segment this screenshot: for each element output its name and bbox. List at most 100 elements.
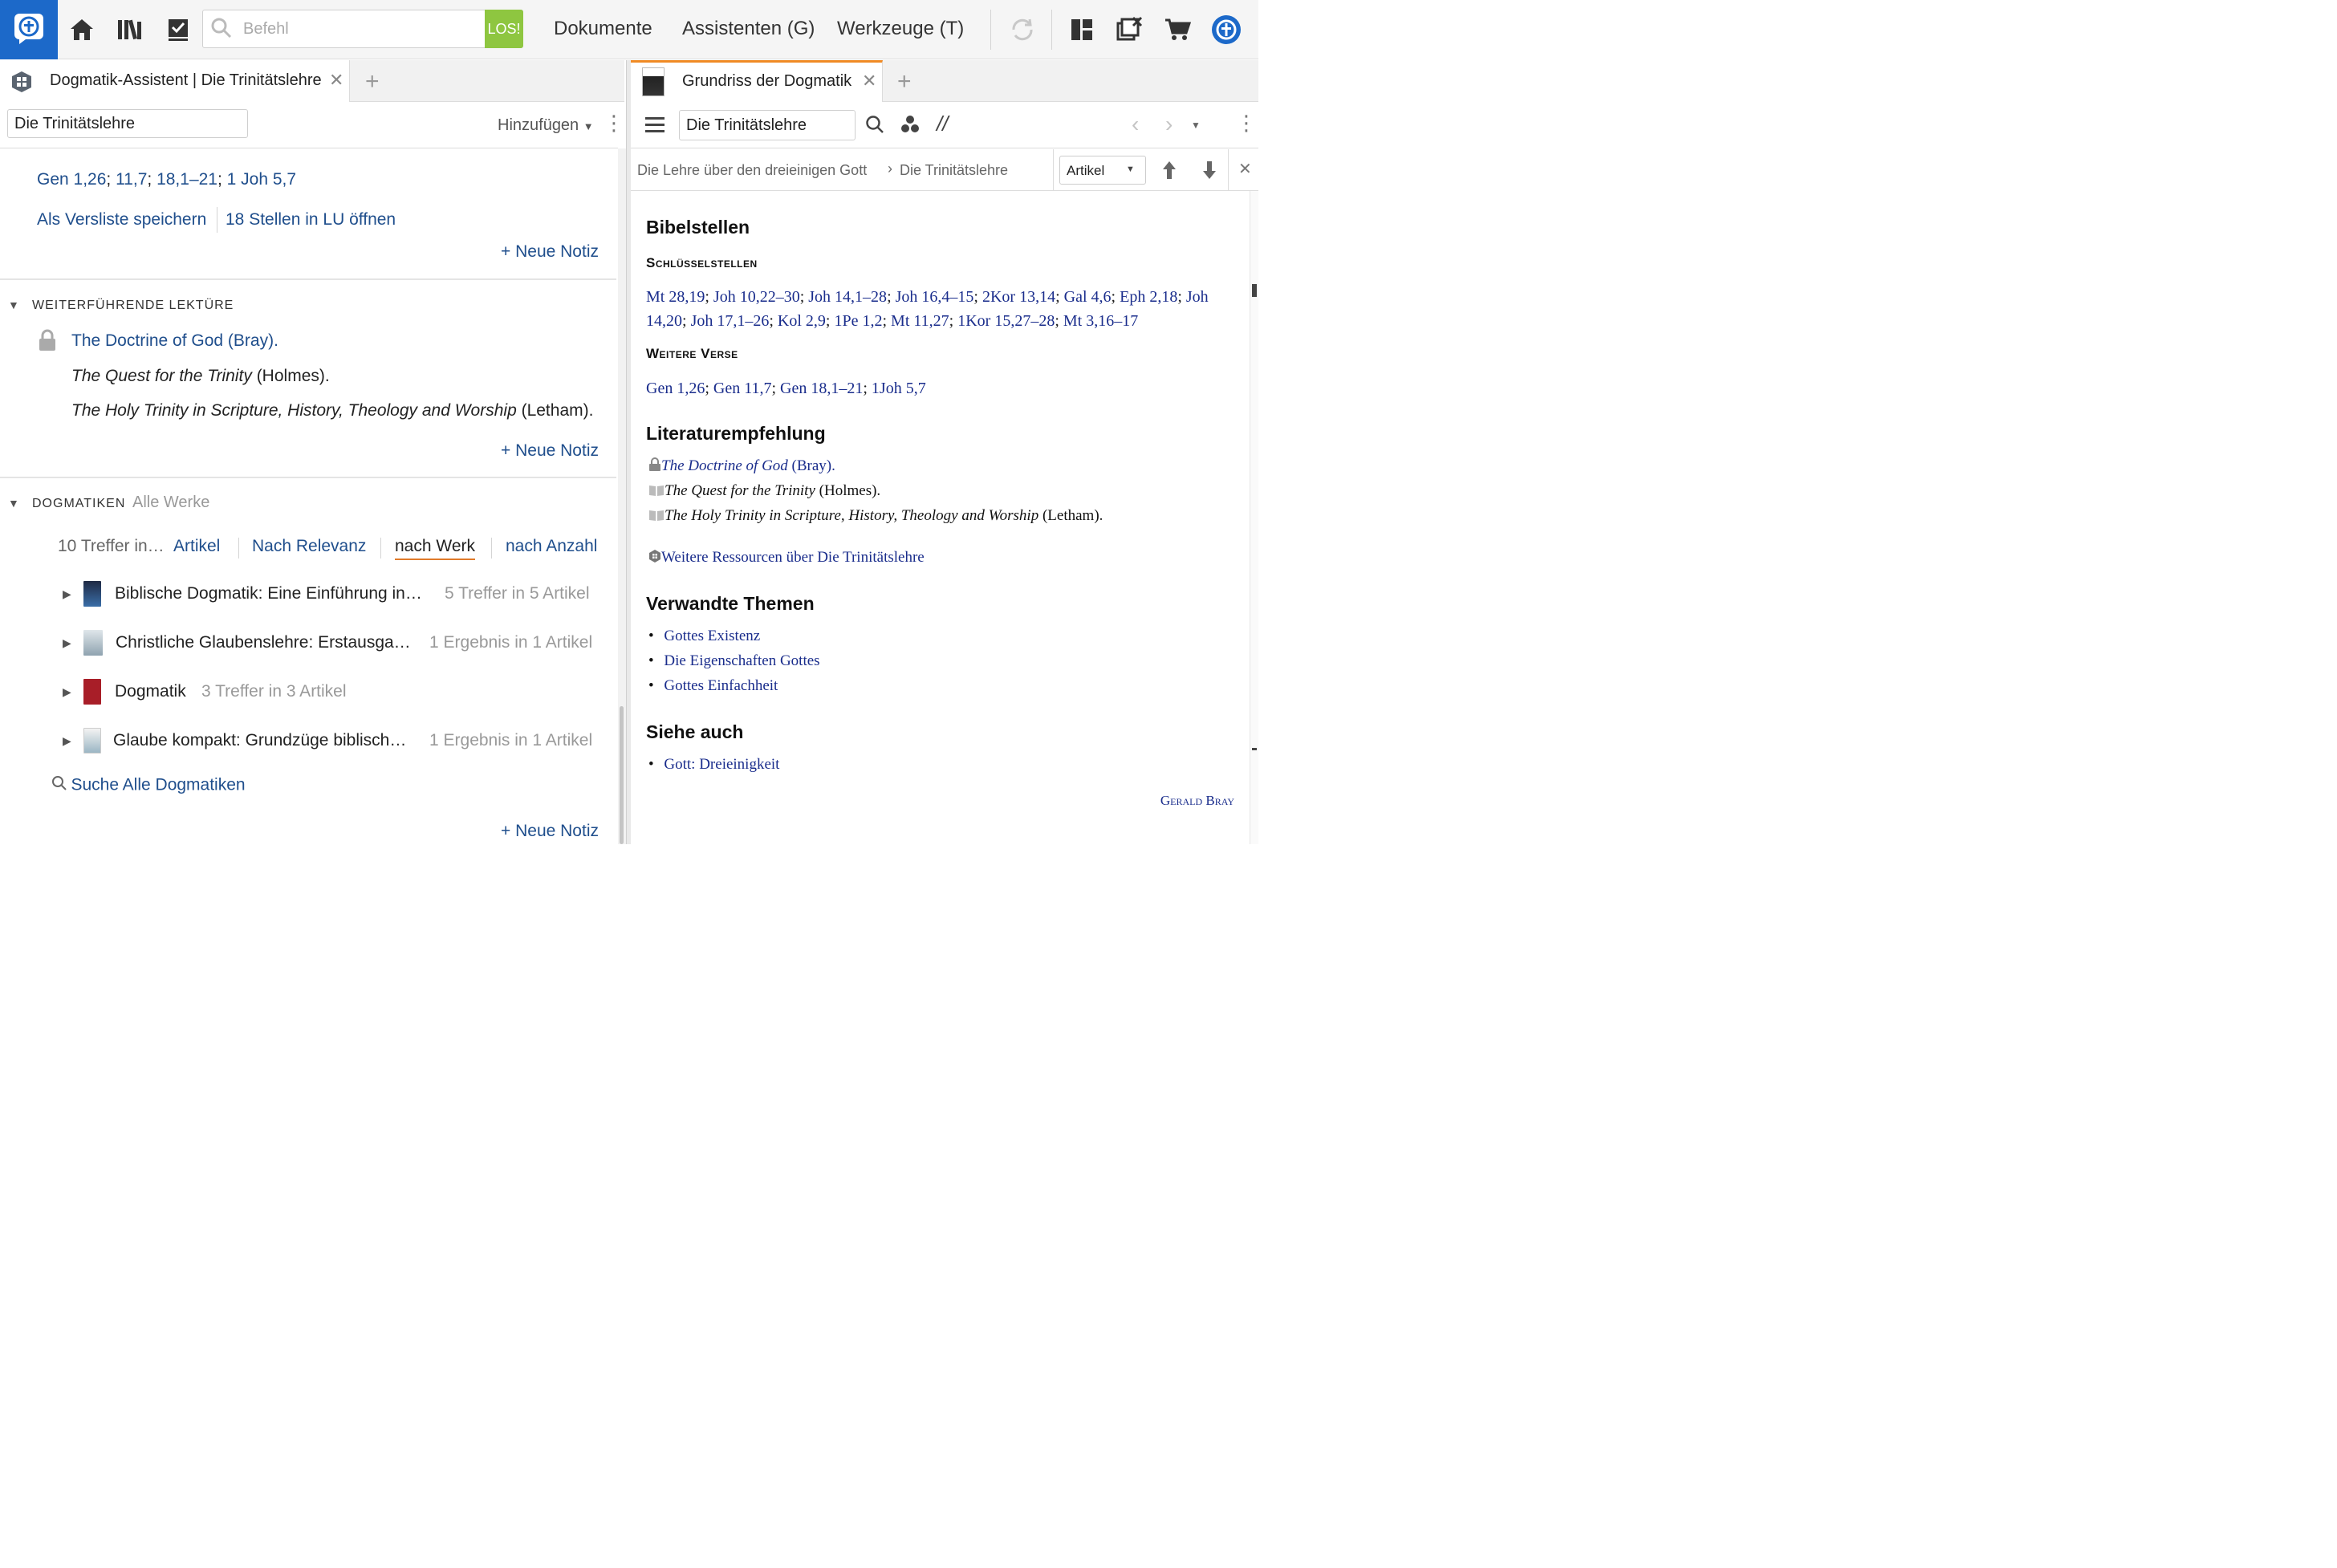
panel-menu-icon[interactable]: ⋮ bbox=[604, 112, 624, 133]
menu-guides[interactable]: Assistenten (G) bbox=[682, 18, 815, 40]
verse-link[interactable]: Mt 11,27 bbox=[891, 312, 949, 330]
search-icon[interactable] bbox=[865, 115, 884, 138]
verse-link[interactable]: 1Joh 5,7 bbox=[872, 380, 926, 397]
sort-articles[interactable]: Artikel bbox=[173, 537, 220, 556]
left-panel-toolbar: Hinzufügen ▼ ⋮ bbox=[0, 102, 624, 148]
new-note-link[interactable]: + Neue Notiz bbox=[501, 822, 599, 841]
result-row[interactable]: ▶ Christliche Glaubenslehre: Erstausga… … bbox=[0, 627, 616, 662]
verse-link[interactable]: 1Pe 1,2 bbox=[834, 312, 882, 330]
related-topic-link[interactable]: Gottes Einfachheit bbox=[664, 677, 778, 694]
verse-link[interactable]: 2Kor 13,14 bbox=[982, 288, 1055, 306]
close-icon[interactable]: ✕ bbox=[329, 70, 343, 91]
toc-menu-icon[interactable] bbox=[645, 116, 665, 136]
verse-link[interactable]: Gen 1,26 bbox=[646, 380, 705, 397]
cart-icon[interactable] bbox=[1159, 11, 1196, 48]
tab-dogmatik-assistent[interactable]: Dogmatik-Assistent | Die Trinitätslehre … bbox=[0, 60, 350, 102]
go-button[interactable]: LOS! bbox=[485, 10, 523, 48]
tab-grundriss[interactable]: Grundriss der Dogmatik ✕ bbox=[631, 60, 883, 102]
logos-home-button[interactable] bbox=[0, 0, 58, 59]
result-row[interactable]: ▶ Dogmatik 3 Treffer in 3 Artikel bbox=[0, 676, 616, 711]
verse-link[interactable]: Gen 1,26 bbox=[37, 170, 106, 189]
result-row[interactable]: ▶ Biblische Dogmatik: Eine Einführung in… bbox=[0, 578, 616, 613]
related-topic-link[interactable]: Die Eigenschaften Gottes bbox=[664, 652, 819, 669]
verse-link[interactable]: Gen 11,7 bbox=[713, 380, 772, 397]
layouts-icon[interactable] bbox=[1063, 11, 1100, 48]
back-icon[interactable]: ‹ bbox=[1132, 112, 1139, 137]
verse-link[interactable]: Kol 2,9 bbox=[778, 312, 826, 330]
reading-plan-icon[interactable] bbox=[160, 11, 197, 48]
add-tab-icon[interactable]: + bbox=[365, 70, 380, 94]
all-works-link[interactable]: Alle Werke bbox=[132, 494, 209, 512]
breadcrumb-current[interactable]: Die Trinitätslehre bbox=[900, 162, 1008, 179]
history-dropdown-icon[interactable]: ▼ bbox=[1191, 120, 1201, 131]
view-select[interactable]: Artikel ▼ bbox=[1059, 156, 1146, 185]
verse-link[interactable]: 1Kor 15,27–28 bbox=[957, 312, 1055, 330]
verse-link[interactable]: Joh 17,1–26 bbox=[691, 312, 770, 330]
main-toolbar: LOS! Dokumente Assistenten (G) Werkzeuge… bbox=[0, 0, 1258, 59]
close-panels-icon[interactable] bbox=[1111, 11, 1148, 48]
add-tab-icon[interactable]: + bbox=[897, 70, 912, 94]
reading-item-title[interactable]: The Doctrine of God (Bray). bbox=[71, 331, 278, 350]
save-verse-list-link[interactable]: Als Versliste speichern bbox=[37, 210, 206, 230]
topic-input[interactable] bbox=[7, 109, 248, 138]
search-all-dogmatiken-link[interactable]: Suche Alle Dogmatiken bbox=[51, 775, 246, 795]
breadcrumb-parent[interactable]: Die Lehre über den dreieinigen Gott bbox=[637, 162, 867, 179]
sort-by-work[interactable]: nach Werk bbox=[395, 537, 475, 560]
reference-input[interactable] bbox=[679, 110, 856, 140]
reading-item-bray[interactable]: The Doctrine of God (Bray). bbox=[71, 331, 278, 351]
add-dropdown[interactable]: Hinzufügen ▼ bbox=[498, 116, 594, 135]
collapse-icon[interactable]: ▼ bbox=[8, 497, 19, 510]
related-topic-link[interactable]: Gottes Existenz bbox=[664, 628, 760, 644]
open-in-lu-link[interactable]: 18 Stellen in LU öffnen bbox=[226, 210, 396, 230]
verse-link[interactable]: Joh 16,4–15 bbox=[896, 288, 974, 306]
account-icon[interactable] bbox=[1208, 11, 1245, 48]
arrow-up-icon[interactable] bbox=[1162, 160, 1177, 184]
verse-link[interactable]: Joh 14,1–28 bbox=[808, 288, 887, 306]
home-icon[interactable] bbox=[63, 11, 100, 48]
verse-link[interactable]: Gen 18,1–21 bbox=[780, 380, 863, 397]
verse-link[interactable]: Joh 10,22–30 bbox=[713, 288, 800, 306]
lit-author[interactable]: (Bray). bbox=[788, 457, 835, 474]
verse-link[interactable]: Mt 28,19 bbox=[646, 288, 705, 306]
verse-link[interactable]: Gal 4,6 bbox=[1064, 288, 1112, 306]
panel-menu-icon[interactable]: ⋮ bbox=[1236, 112, 1257, 133]
result-row[interactable]: ▶ Glaube kompakt: Grundzüge biblisch… 1 … bbox=[0, 725, 616, 760]
author-signature[interactable]: Gerald Bray bbox=[1108, 793, 1234, 809]
sync-icon[interactable] bbox=[1004, 11, 1041, 48]
section-heading-dogmatiken: DOGMATIKEN bbox=[32, 497, 126, 510]
verse-link[interactable]: Mt 3,16–17 bbox=[1063, 312, 1138, 330]
expand-icon[interactable]: ▶ bbox=[63, 587, 71, 601]
left-scrollbar-thumb[interactable] bbox=[620, 706, 624, 844]
expand-icon[interactable]: ▶ bbox=[63, 636, 71, 650]
see-also-link[interactable]: Gott: Dreieinigkeit bbox=[664, 756, 779, 773]
forward-icon[interactable]: › bbox=[1165, 112, 1173, 137]
expand-icon[interactable]: ▶ bbox=[63, 734, 71, 748]
close-icon[interactable]: ✕ bbox=[862, 71, 876, 91]
lit-title[interactable]: The Doctrine of God bbox=[661, 457, 788, 474]
verse-link[interactable]: 18,1–21 bbox=[156, 170, 217, 189]
arrow-down-icon[interactable] bbox=[1202, 160, 1217, 184]
lit-item: The Quest for the Trinity (Holmes). bbox=[648, 482, 880, 502]
visual-filter-icon[interactable] bbox=[900, 115, 920, 138]
menu-tools[interactable]: Werkzeuge (T) bbox=[837, 18, 964, 40]
verse-link[interactable]: 1 Joh 5,7 bbox=[227, 170, 296, 189]
book-icon bbox=[648, 509, 665, 526]
sort-relevance[interactable]: Nach Relevanz bbox=[252, 537, 366, 556]
library-icon[interactable] bbox=[112, 11, 148, 48]
close-icon[interactable]: ✕ bbox=[1238, 159, 1252, 179]
expand-icon[interactable]: ▶ bbox=[63, 685, 71, 699]
verse-link[interactable]: Eph 2,18 bbox=[1120, 288, 1177, 306]
new-note-link[interactable]: + Neue Notiz bbox=[501, 441, 599, 461]
more-resources-link[interactable]: Weitere Ressourcen über Die Trinitätsleh… bbox=[648, 549, 925, 568]
verse-link[interactable]: 11,7 bbox=[116, 170, 147, 189]
parallel-resources-icon[interactable]: // bbox=[937, 112, 948, 136]
menu-documents[interactable]: Dokumente bbox=[554, 18, 652, 40]
search-icon bbox=[211, 18, 232, 43]
sort-by-count[interactable]: nach Anzahl bbox=[506, 537, 597, 556]
command-box[interactable]: LOS! bbox=[202, 10, 523, 48]
collapse-icon[interactable]: ▼ bbox=[8, 299, 19, 311]
command-input[interactable] bbox=[243, 10, 484, 47]
lit-author: (Holmes). bbox=[815, 482, 881, 499]
new-note-link[interactable]: + Neue Notiz bbox=[501, 242, 599, 262]
section-divider bbox=[0, 477, 616, 478]
